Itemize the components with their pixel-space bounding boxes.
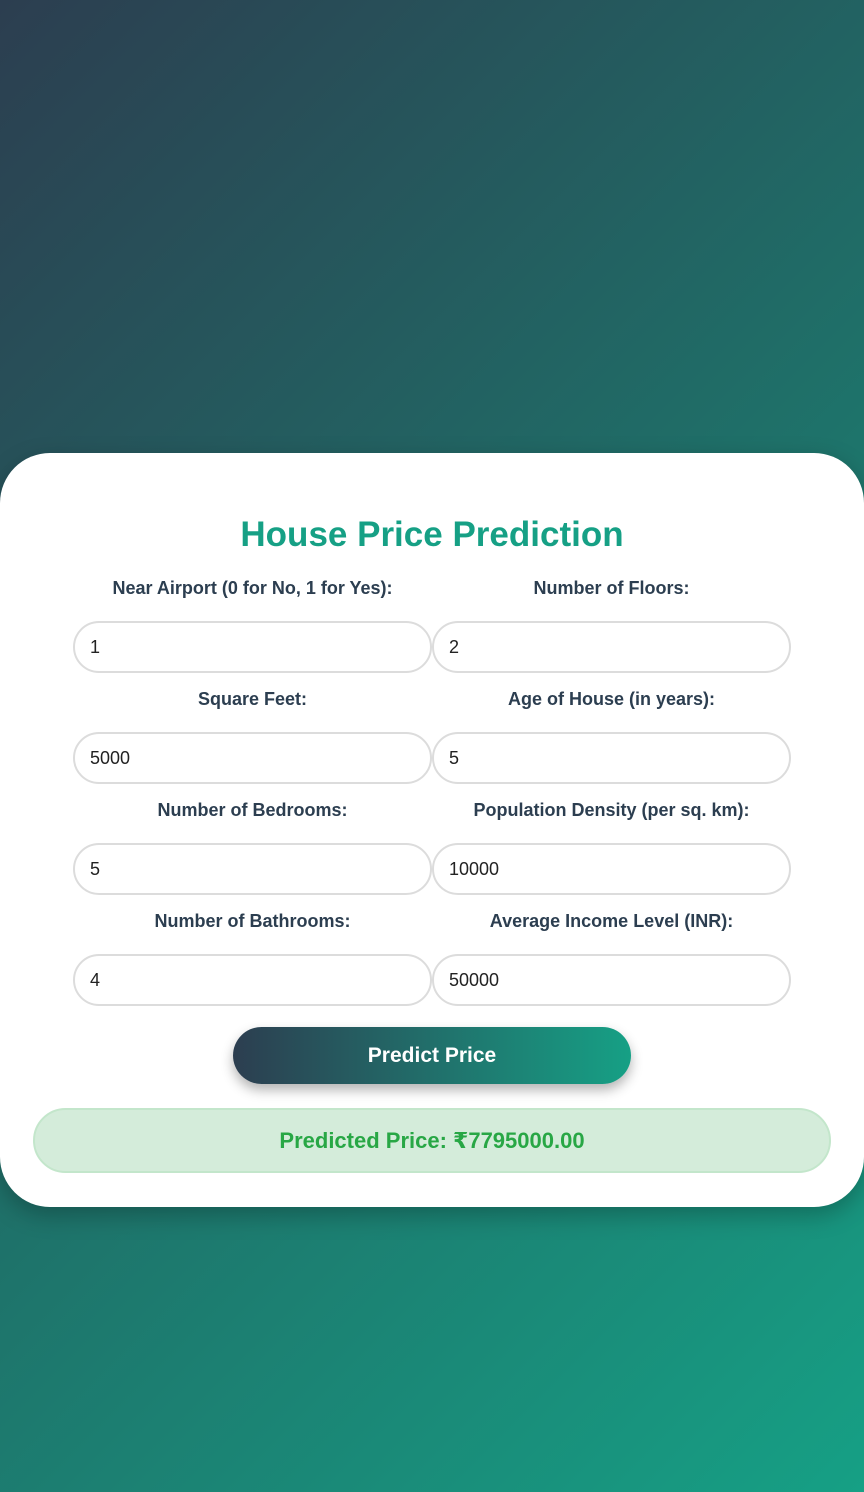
number-of-floors-label: Number of Floors: bbox=[533, 578, 690, 598]
bedrooms-field: Number of Bedrooms: 5 bbox=[73, 795, 432, 906]
number-of-floors-input[interactable]: 2 bbox=[432, 621, 791, 673]
age-of-house-input[interactable]: 5 bbox=[432, 732, 791, 784]
form-row: Square Feet: 5000 Age of House (in years… bbox=[73, 684, 791, 795]
near-airport-field: Near Airport (0 for No, 1 for Yes): 1 bbox=[73, 573, 432, 684]
near-airport-input[interactable]: 1 bbox=[73, 621, 432, 673]
square-feet-label: Square Feet: bbox=[197, 689, 308, 709]
income-level-label: Average Income Level (INR): bbox=[489, 911, 734, 931]
page-background: { "form": { "title": "House Price Predic… bbox=[0, 0, 864, 1492]
form-grid: Near Airport (0 for No, 1 for Yes): 1 Nu… bbox=[73, 573, 791, 1017]
age-of-house-label: Age of House (in years): bbox=[507, 689, 716, 709]
population-density-label: Population Density (per sq. km): bbox=[473, 800, 750, 820]
form-row: Number of Bathrooms: 4 Average Income Le… bbox=[73, 906, 791, 1017]
near-airport-label: Near Airport (0 for No, 1 for Yes): bbox=[112, 578, 393, 598]
number-of-floors-field: Number of Floors: 2 bbox=[432, 573, 791, 684]
income-level-input[interactable]: 50000 bbox=[432, 954, 791, 1006]
form-row: Near Airport (0 for No, 1 for Yes): 1 Nu… bbox=[73, 573, 791, 684]
bathrooms-label: Number of Bathrooms: bbox=[154, 911, 351, 931]
bathrooms-field: Number of Bathrooms: 4 bbox=[73, 906, 432, 1017]
population-density-input[interactable]: 10000 bbox=[432, 843, 791, 895]
bedrooms-input[interactable]: 5 bbox=[73, 843, 432, 895]
page-title: House Price Prediction bbox=[240, 515, 624, 554]
age-of-house-field: Age of House (in years): 5 bbox=[432, 684, 791, 795]
prediction-card: House Price Prediction Near Airport (0 f… bbox=[0, 453, 864, 1207]
predict-price-button[interactable]: Predict Price bbox=[233, 1027, 631, 1084]
bathrooms-input[interactable]: 4 bbox=[73, 954, 432, 1006]
predicted-price-result: Predicted Price: ₹7795000.00 bbox=[33, 1108, 831, 1173]
bedrooms-label: Number of Bedrooms: bbox=[157, 800, 348, 820]
square-feet-field: Square Feet: 5000 bbox=[73, 684, 432, 795]
population-density-field: Population Density (per sq. km): 10000 bbox=[432, 795, 791, 906]
form-row: Number of Bedrooms: 5 Population Density… bbox=[73, 795, 791, 906]
income-level-field: Average Income Level (INR): 50000 bbox=[432, 906, 791, 1017]
square-feet-input[interactable]: 5000 bbox=[73, 732, 432, 784]
